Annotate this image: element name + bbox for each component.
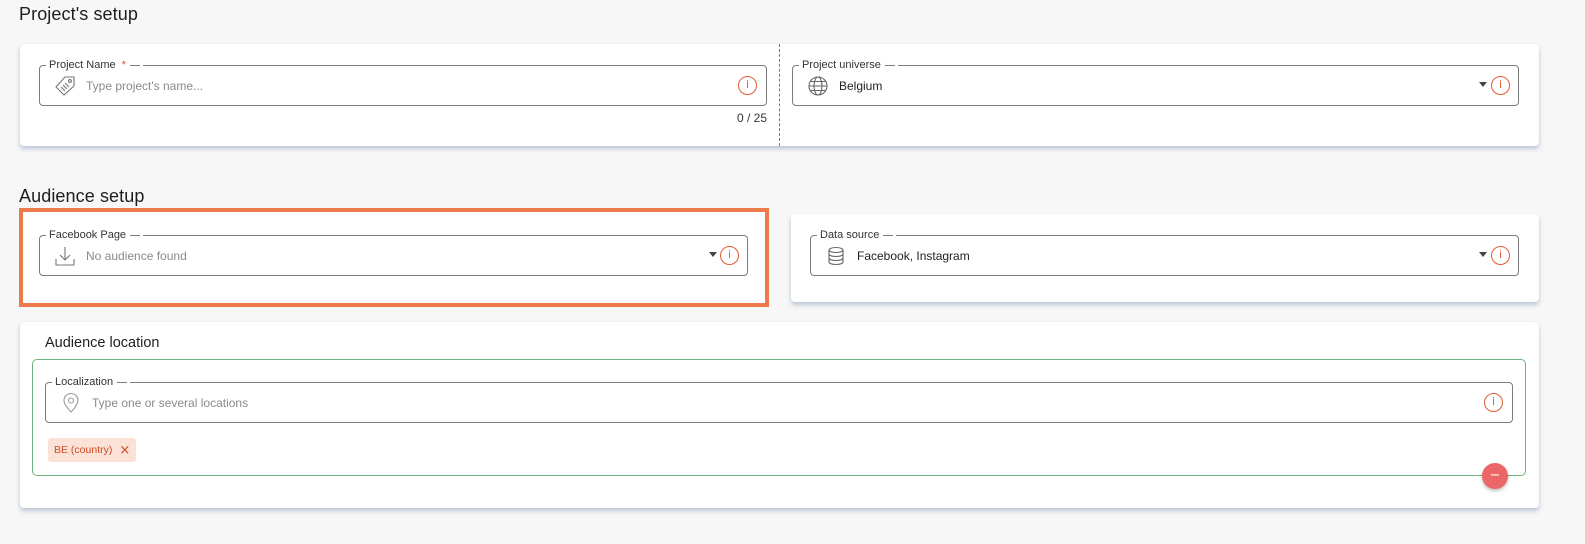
info-icon[interactable]: i <box>1491 76 1510 95</box>
remove-location-button[interactable]: − <box>1482 463 1508 489</box>
project-universe-label-text: Project universe <box>802 59 881 71</box>
localization-label-text: Localization <box>55 376 114 388</box>
facebook-page-card: Facebook Page No audience found i <box>19 208 769 307</box>
close-icon[interactable]: × <box>119 443 130 458</box>
chip-label: BE (country) <box>54 444 113 456</box>
tag-icon <box>54 75 76 97</box>
project-name-label: Project Name * <box>46 58 143 72</box>
project-name-counter: 0 / 25 <box>737 111 768 125</box>
chevron-down-icon[interactable] <box>1479 82 1487 87</box>
database-icon <box>825 245 847 267</box>
info-icon[interactable]: i <box>1484 393 1503 412</box>
chevron-down-icon[interactable] <box>1479 252 1487 257</box>
location-group: Localization Type one or several locatio… <box>32 359 1526 476</box>
required-mark: * <box>121 59 126 71</box>
facebook-page-placeholder: No audience found <box>86 249 187 263</box>
audience-location-title: Audience location <box>45 335 160 351</box>
data-source-value: Facebook, Instagram <box>857 249 970 263</box>
data-source-label-text: Data source <box>820 229 880 241</box>
chevron-down-icon[interactable] <box>709 252 717 257</box>
facebook-page-select[interactable]: Facebook Page No audience found i <box>39 228 748 276</box>
data-source-card: Data source Facebook, Instagram i <box>791 214 1539 302</box>
download-icon <box>54 245 76 267</box>
project-universe-value: Belgium <box>839 79 883 93</box>
project-universe-label: Project universe <box>799 58 898 72</box>
project-universe-select[interactable]: Project universe Belgium i <box>792 58 1519 106</box>
facebook-page-label: Facebook Page <box>46 228 144 242</box>
localization-label: Localization <box>52 375 131 389</box>
globe-icon <box>807 75 829 97</box>
localization-input[interactable]: Type one or several locations <box>92 395 248 411</box>
info-icon[interactable]: i <box>738 76 757 95</box>
project-name-label-text: Project Name <box>49 59 116 71</box>
project-setup-card: Project Name * Type project's name... i … <box>20 44 1539 146</box>
project-name-input[interactable]: Type project's name... <box>86 78 203 94</box>
localization-field[interactable]: Localization Type one or several locatio… <box>45 375 1513 423</box>
project-setup-title: Project's setup <box>19 4 138 24</box>
data-source-label: Data source <box>817 228 897 242</box>
audience-setup-title: Audience setup <box>19 186 145 206</box>
facebook-page-label-text: Facebook Page <box>49 229 127 241</box>
info-icon[interactable]: i <box>720 246 739 265</box>
location-chip: BE (country) × <box>48 438 137 462</box>
project-name-field[interactable]: Project Name * Type project's name... i <box>39 58 767 106</box>
info-icon[interactable]: i <box>1491 246 1510 265</box>
audience-location-card: Audience location Localization Type one … <box>20 322 1539 508</box>
data-source-select[interactable]: Data source Facebook, Instagram i <box>810 228 1519 276</box>
vertical-divider <box>779 44 780 146</box>
map-pin-icon <box>60 392 82 414</box>
